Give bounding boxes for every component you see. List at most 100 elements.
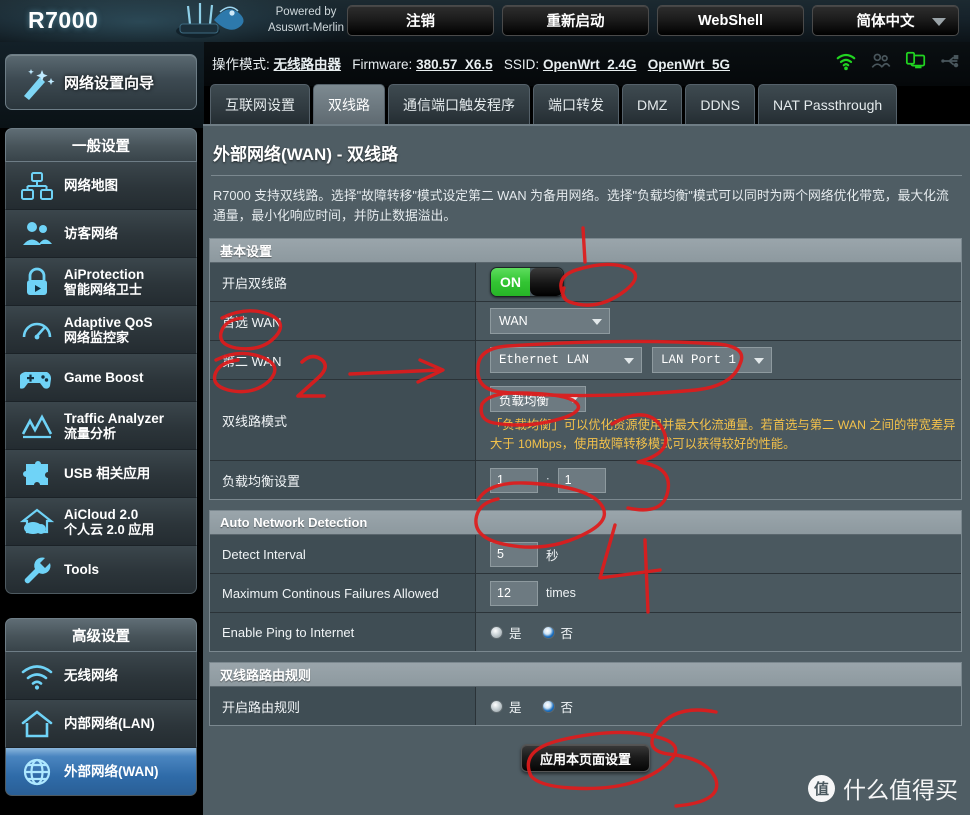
guests-icon[interactable] (870, 50, 892, 72)
row-value: WAN (476, 302, 961, 340)
routing-rules-radio-group: 是 否 (490, 697, 587, 716)
enable-ping-radio-no[interactable] (541, 625, 555, 639)
enable-ping-yes-label: 是 (509, 626, 522, 641)
cloud-house-icon (20, 508, 54, 534)
sidebar-item-traffic-analyzer[interactable]: Traffic Analyzer 流量分析 (5, 402, 197, 450)
wizard-label: 网络设置向导 (64, 74, 155, 92)
row-value: ON (476, 263, 961, 301)
tab-nat-passthrough[interactable]: NAT Passthrough (758, 84, 898, 124)
row-label: Maximum Continous Failures Allowed (210, 574, 476, 612)
globe-icon (23, 758, 51, 786)
tab-port-forwarding[interactable]: 端口转发 (533, 84, 619, 124)
sidebar-item-usb-application[interactable]: USB 相关应用 (5, 450, 197, 498)
secondary-wan-value: Ethernet LAN (499, 353, 590, 367)
detect-interval-input[interactable] (490, 541, 538, 567)
firmware-value[interactable]: 380.57_X6.5 (416, 57, 493, 72)
tab-dmz[interactable]: DMZ (622, 84, 683, 124)
sidebar-item-wireless[interactable]: 无线网络 (5, 652, 197, 700)
dual-wan-mode-select[interactable]: 负载均衡 (490, 386, 586, 412)
sidebar-label-main: AiCloud 2.0 (64, 506, 139, 522)
sidebar-label-main: Traffic Analyzer (64, 410, 165, 426)
brand-title: R7000 (28, 7, 99, 33)
primary-wan-value: WAN (499, 314, 528, 328)
secondary-wan-port-value: LAN Port 1 (661, 353, 737, 367)
gamepad-icon (20, 371, 52, 389)
primary-wan-select[interactable]: WAN (490, 308, 610, 334)
sidebar-label: USB 相关应用 (64, 466, 151, 481)
firmware-label: Firmware: (352, 57, 413, 72)
watermark: 值 什么值得买 (808, 771, 958, 805)
secondary-wan-port-select[interactable]: LAN Port 1 (652, 347, 772, 373)
routing-rules-radio-no[interactable] (541, 699, 555, 713)
sidebar-item-wan[interactable]: 外部网络(WAN) (5, 748, 197, 796)
sidebar-item-adaptive-qos[interactable]: Adaptive QoS 网络监控家 (5, 306, 197, 354)
network-map-icon (21, 172, 53, 200)
sidebar-item-game-boost[interactable]: Game Boost (5, 354, 197, 402)
chevron-down-icon (624, 358, 634, 364)
tab-bar: 互联网设置 双线路 通信端口触发程序 端口转发 DMZ DDNS NAT Pas… (210, 84, 898, 124)
sidebar-label-main: AiProtection (64, 266, 145, 282)
logout-button[interactable]: 注销 (347, 5, 494, 36)
apply-settings-button[interactable]: 应用本页面设置 (520, 744, 650, 772)
row-label: Detect Interval (210, 535, 476, 573)
row-detect-interval: Detect Interval 秒 (210, 535, 961, 574)
sidebar-label-sub: 个人云 2.0 应用 (64, 521, 155, 537)
dual-wan-mode-value: 负载均衡 (499, 393, 550, 408)
page-title: 外部网络(WAN) - 双线路 (213, 145, 399, 164)
webshell-button[interactable]: WebShell (657, 5, 804, 36)
apply-button-wrapper: 应用本页面设置 (209, 744, 962, 772)
tab-port-trigger[interactable]: 通信端口触发程序 (388, 84, 530, 124)
load-balance-ratio-secondary-input[interactable] (557, 467, 606, 493)
sidebar-item-tools[interactable]: Tools (5, 546, 197, 594)
language-selector[interactable]: 简体中文 (812, 5, 959, 36)
max-failures-input[interactable] (490, 580, 538, 606)
usb-icon[interactable] (940, 50, 962, 72)
tab-dual-wan[interactable]: 双线路 (313, 84, 385, 124)
row-dual-wan-mode: 双线路模式 负载均衡 「负载均衡」可以优化资源使用并最大化流通量。若首选与第二 … (210, 380, 961, 461)
sidebar: 网络设置向导 一般设置 网络地图 访客网络 AiProtection 智能网络卫… (0, 42, 204, 815)
sidebar-label: 外部网络(WAN) (64, 764, 159, 779)
network-setup-wizard-button[interactable]: 网络设置向导 (5, 54, 197, 110)
dual-wan-toggle[interactable]: ON (490, 267, 564, 297)
chevron-down-icon (592, 319, 602, 325)
row-max-failures: Maximum Continous Failures Allowed times (210, 574, 961, 613)
row-enable-dual-wan: 开启双线路 ON (210, 263, 961, 302)
sidebar-label-sub: 流量分析 (64, 425, 117, 441)
ssid-24-value[interactable]: OpenWrt_2.4G (543, 57, 637, 72)
clients-icon[interactable] (905, 50, 927, 72)
router-admin-page: R7000 Powered by Asuswrt-Merlin 注销 重新启动 … (0, 0, 970, 815)
sidebar-item-aicloud[interactable]: AiCloud 2.0 个人云 2.0 应用 (5, 498, 197, 546)
powered-line-1: Powered by (275, 6, 337, 18)
status-info-line: 操作模式: 无线路由器 Firmware: 380.57_X6.5 SSID: … (212, 53, 730, 73)
wifi-icon[interactable] (835, 50, 857, 72)
row-value: : (476, 461, 961, 499)
enable-ping-radio-yes[interactable] (490, 625, 503, 639)
section-auto-network-detection: Auto Network Detection Detect Interval 秒… (209, 510, 962, 652)
lock-icon (27, 267, 47, 295)
sidebar-item-lan[interactable]: 内部网络(LAN) (5, 700, 197, 748)
detect-interval-unit: 秒 (546, 548, 559, 563)
sidebar-label: AiCloud 2.0 个人云 2.0 应用 (64, 507, 154, 537)
watermark-text: 什么值得买 (843, 777, 958, 803)
section-title: 双线路路由规则 (210, 663, 961, 687)
watermark-logo: 值 (808, 774, 835, 802)
tab-ddns[interactable]: DDNS (685, 84, 755, 124)
reboot-button[interactable]: 重新启动 (502, 5, 649, 36)
sidebar-group-title-general: 一般设置 (5, 128, 197, 162)
chart-icon (21, 414, 53, 439)
sidebar-group-title-advanced: 高级设置 (5, 618, 197, 652)
routing-rules-radio-yes[interactable] (490, 699, 503, 713)
ssid-label: SSID: (503, 57, 540, 72)
secondary-wan-select[interactable]: Ethernet LAN (490, 347, 642, 373)
sidebar-item-network-map[interactable]: 网络地图 (5, 162, 197, 210)
sidebar-item-guest-network[interactable]: 访客网络 (5, 210, 197, 258)
tab-internet-settings[interactable]: 互联网设置 (210, 84, 310, 124)
load-balance-ratio-primary-input[interactable] (490, 467, 538, 493)
title-divider (211, 175, 962, 176)
toggle-knob (529, 268, 563, 296)
ssid-5-value[interactable]: OpenWrt_5G (648, 57, 730, 72)
sidebar-item-aiprotection[interactable]: AiProtection 智能网络卫士 (5, 258, 197, 306)
mode-value[interactable]: 无线路由器 (274, 57, 342, 72)
house-icon (21, 710, 53, 738)
sidebar-label: 网络地图 (64, 178, 118, 193)
